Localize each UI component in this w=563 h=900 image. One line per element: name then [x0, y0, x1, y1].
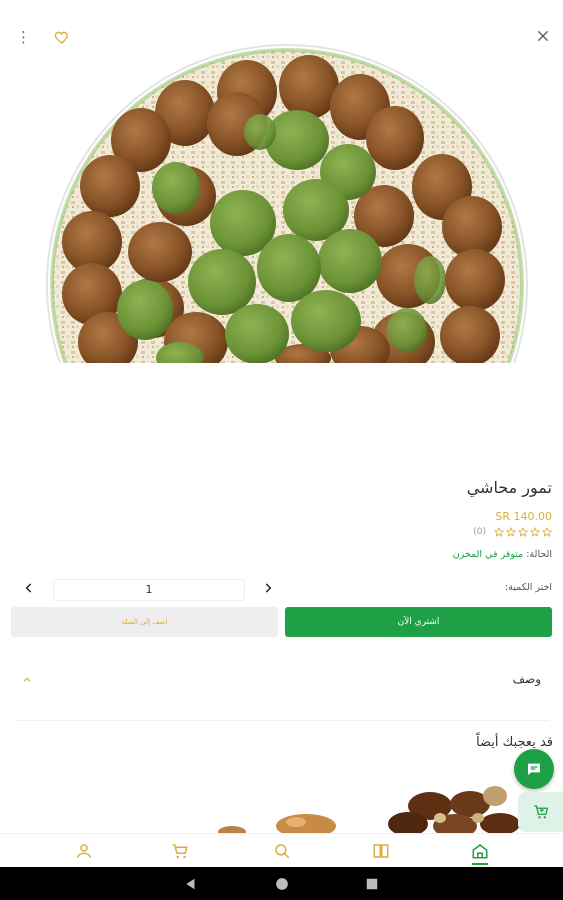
star-icon [506, 527, 516, 537]
dates-platter-illustration [46, 44, 528, 363]
quantity-label: اختر الكمية: [504, 582, 552, 593]
chat-icon [528, 763, 540, 775]
product-title: تمور محاشي [466, 478, 552, 497]
chat-button[interactable] [514, 749, 554, 789]
star-icon [530, 527, 540, 537]
quantity-input[interactable]: 1 [53, 579, 245, 601]
recommended-product-image[interactable] [388, 786, 520, 834]
cart-add-icon [533, 805, 548, 819]
stock-label: الحالة: [526, 549, 552, 560]
chevron-up-icon[interactable] [20, 673, 34, 687]
divider [14, 720, 549, 721]
stock-status: الحالة: متوفر في المخزن [453, 549, 552, 560]
stock-value: متوفر في المخزن [452, 549, 524, 560]
floating-cart-button[interactable] [518, 792, 563, 832]
active-tab-indicator [472, 863, 488, 865]
bottom-navigation [0, 833, 563, 868]
chevron-left-icon[interactable] [22, 581, 36, 595]
quantity-stepper: 1 [16, 576, 282, 602]
rating-count: (0) [473, 527, 486, 537]
recents-icon[interactable] [365, 877, 379, 891]
recommended-product-images [218, 786, 520, 834]
add-to-cart-button[interactable]: اضف إلى السلة [11, 607, 278, 637]
star-icon [494, 527, 504, 537]
chevron-right-icon[interactable] [261, 581, 275, 595]
back-icon[interactable] [184, 877, 198, 891]
recommendations-strip[interactable] [0, 760, 563, 834]
product-price: SR 140.00 [495, 510, 552, 523]
description-title[interactable]: وصف [513, 672, 541, 686]
recommended-product-image[interactable] [218, 814, 336, 834]
home-circle-icon[interactable] [275, 877, 289, 891]
star-icon [518, 527, 528, 537]
cart-icon[interactable] [171, 842, 189, 860]
buy-now-button[interactable]: اشتري الآن [285, 607, 552, 637]
product-image [0, 40, 563, 363]
system-navigation-bar [0, 867, 563, 900]
account-icon[interactable] [75, 842, 93, 860]
catalog-icon[interactable] [372, 842, 390, 860]
star-icon [542, 527, 552, 537]
rating: (0) [473, 527, 552, 537]
recommendations-title: قد يعجبك أيضاً [476, 735, 553, 750]
search-icon[interactable] [273, 842, 291, 860]
home-icon[interactable] [471, 842, 489, 860]
